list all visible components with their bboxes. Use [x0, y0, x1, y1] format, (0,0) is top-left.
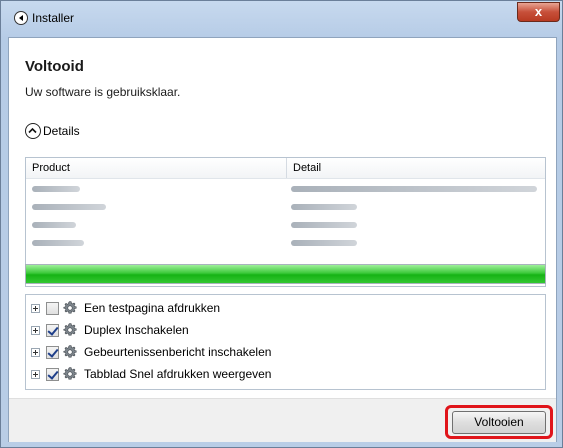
option-label: Gebeurtenissenbericht inschakelen — [84, 345, 272, 359]
gear-icon — [63, 301, 77, 314]
expand-icon[interactable] — [31, 369, 40, 379]
redacted-product — [32, 239, 84, 246]
option-label: Een testpagina afdrukken — [84, 301, 221, 315]
page-title: Voltooid — [25, 58, 84, 75]
option-item-testpage[interactable]: Een testpagina afdrukken — [26, 297, 545, 319]
option-checkbox[interactable] — [46, 345, 59, 359]
expand-icon[interactable] — [31, 347, 40, 357]
chevron-up-icon — [25, 123, 41, 139]
table-row — [26, 179, 545, 197]
finish-button[interactable]: Voltooien — [452, 411, 546, 434]
gear-icon — [63, 323, 77, 336]
client-area: Voltooid Uw software is gebruiksklaar. D… — [8, 37, 557, 442]
table-row — [26, 233, 545, 251]
progress-fill — [26, 265, 545, 283]
window-title: Installer — [32, 11, 75, 25]
option-item-quick-print-tab[interactable]: Tabblad Snel afdrukken weergeven — [26, 363, 545, 385]
option-label: Duplex Inschakelen — [84, 323, 189, 337]
option-checkbox[interactable] — [46, 301, 59, 315]
redacted-product — [32, 185, 80, 192]
details-toggle[interactable]: Details — [25, 121, 80, 141]
progress-bar — [25, 264, 546, 284]
title-bar[interactable]: Installer x — [1, 1, 563, 37]
option-checkbox[interactable] — [46, 367, 59, 381]
redacted-detail — [291, 203, 357, 210]
gear-icon — [63, 345, 77, 358]
details-label: Details — [43, 124, 80, 138]
installer-app-icon — [14, 11, 28, 25]
options-tree: Een testpagina afdrukken Duplex Inschake… — [25, 294, 546, 390]
button-bar: Voltooien — [9, 398, 556, 442]
option-label: Tabblad Snel afdrukken weergeven — [84, 367, 272, 381]
table-row — [26, 197, 545, 215]
gear-icon — [63, 367, 77, 380]
expand-icon[interactable] — [31, 303, 40, 313]
column-header-product[interactable]: Product — [26, 158, 287, 178]
table-header: Product Detail — [26, 158, 545, 179]
column-header-detail[interactable]: Detail — [287, 158, 545, 178]
table-row — [26, 215, 545, 233]
option-checkbox[interactable] — [46, 323, 59, 337]
redacted-product — [32, 221, 76, 228]
redacted-product — [32, 203, 106, 210]
expand-icon[interactable] — [31, 325, 40, 335]
redacted-detail — [291, 221, 357, 228]
installer-window: Installer x Voltooid Uw software is gebr… — [0, 0, 563, 448]
page-subtitle: Uw software is gebruiksklaar. — [25, 85, 181, 99]
redacted-detail — [291, 239, 357, 246]
close-button[interactable]: x — [517, 2, 560, 22]
option-item-duplex[interactable]: Duplex Inschakelen — [26, 319, 545, 341]
option-item-event-report[interactable]: Gebeurtenissenbericht inschakelen — [26, 341, 545, 363]
redacted-detail — [291, 185, 537, 192]
